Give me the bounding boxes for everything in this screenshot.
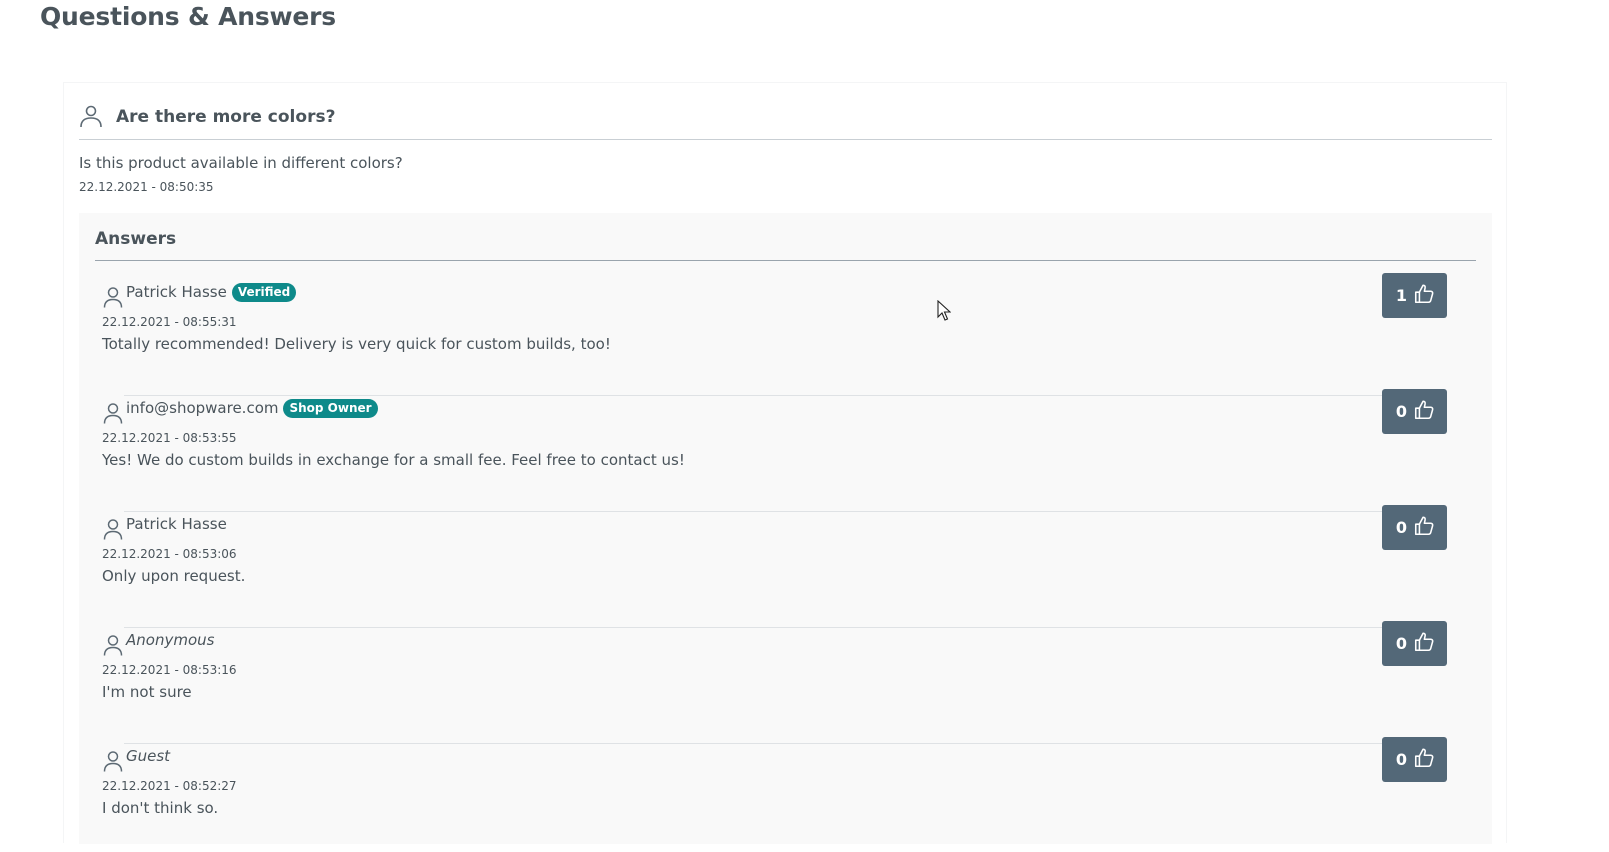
answer-author: info@shopware.com Shop Owner	[126, 399, 378, 418]
like-button[interactable]: 1	[1381, 273, 1447, 318]
answers-section: Answers Patrick Hasse Verified 22.12.2021 …	[79, 213, 1492, 844]
thumbs-up-icon	[1413, 631, 1435, 657]
like-count: 0	[1395, 750, 1407, 769]
answer-text: Only upon request.	[102, 567, 246, 585]
question-title: Are there more colors?	[116, 107, 336, 127]
question-header: Are there more colors?	[79, 103, 1492, 140]
thumbs-up-icon	[1413, 515, 1435, 541]
user-icon	[79, 104, 103, 132]
answer-item: Guest 22.12.2021 - 08:52:27 I don't think …	[79, 736, 1492, 852]
like-count: 0	[1395, 518, 1407, 537]
question-card: Are there more colors? Is this product a…	[63, 82, 1507, 844]
like-button[interactable]: 0	[1381, 621, 1447, 666]
answer-text: I'm not sure	[102, 683, 192, 701]
answer-date: 22.12.2021 - 08:53:55	[102, 431, 237, 445]
answers-heading: Answers	[95, 229, 1476, 261]
question-text: Is this product available in different c…	[79, 154, 403, 172]
answer-author: Guest	[126, 747, 170, 765]
author-badge: Verified	[231, 283, 297, 302]
author-badge: Shop Owner	[283, 399, 378, 418]
thumbs-up-icon	[1413, 747, 1435, 773]
answer-text: Totally recommended! Delivery is very qu…	[102, 335, 611, 353]
answer-item: Anonymous 22.12.2021 - 08:53:16 I'm not su…	[79, 620, 1492, 744]
like-count: 0	[1395, 634, 1407, 653]
page-title: Questions & Answers	[40, 2, 336, 31]
like-count: 1	[1395, 286, 1407, 305]
answer-author: Anonymous	[126, 631, 214, 649]
answer-author-name: Guest	[126, 747, 171, 765]
answer-author-name: info@shopware.com	[126, 399, 279, 417]
answer-date: 22.12.2021 - 08:53:06	[102, 547, 237, 561]
answer-item: info@shopware.com Shop Owner 22.12.2021 - …	[79, 388, 1492, 512]
user-icon	[103, 750, 123, 776]
like-button[interactable]: 0	[1381, 505, 1447, 550]
answer-date: 22.12.2021 - 08:55:31	[102, 315, 237, 329]
answer-author-name: Patrick Hasse	[126, 515, 227, 533]
answer-text: I don't think so.	[102, 799, 219, 817]
like-button[interactable]: 0	[1381, 737, 1447, 782]
thumbs-up-icon	[1413, 283, 1435, 309]
answer-text: Yes! We do custom builds in exchange for…	[102, 451, 685, 469]
answer-item: Patrick Hasse Verified 22.12.2021 - 08:55:…	[79, 272, 1492, 396]
like-count: 0	[1395, 402, 1407, 421]
answer-date: 22.12.2021 - 08:52:27	[102, 779, 237, 793]
answer-author: Patrick Hasse Verified	[126, 283, 297, 302]
answer-author: Patrick Hasse	[126, 515, 227, 533]
mouse-cursor-icon	[937, 299, 952, 325]
user-icon	[103, 634, 123, 660]
user-icon	[103, 402, 123, 428]
answer-author-name: Anonymous	[126, 631, 215, 649]
thumbs-up-icon	[1413, 399, 1435, 425]
user-icon	[103, 286, 123, 312]
like-button[interactable]: 0	[1381, 389, 1447, 434]
user-icon	[103, 518, 123, 544]
question-date: 22.12.2021 - 08:50:35	[79, 180, 214, 194]
answer-author-name: Patrick Hasse	[126, 283, 227, 301]
answer-item: Patrick Hasse 22.12.2021 - 08:53:06 Only u…	[79, 504, 1492, 628]
answer-date: 22.12.2021 - 08:53:16	[102, 663, 237, 677]
